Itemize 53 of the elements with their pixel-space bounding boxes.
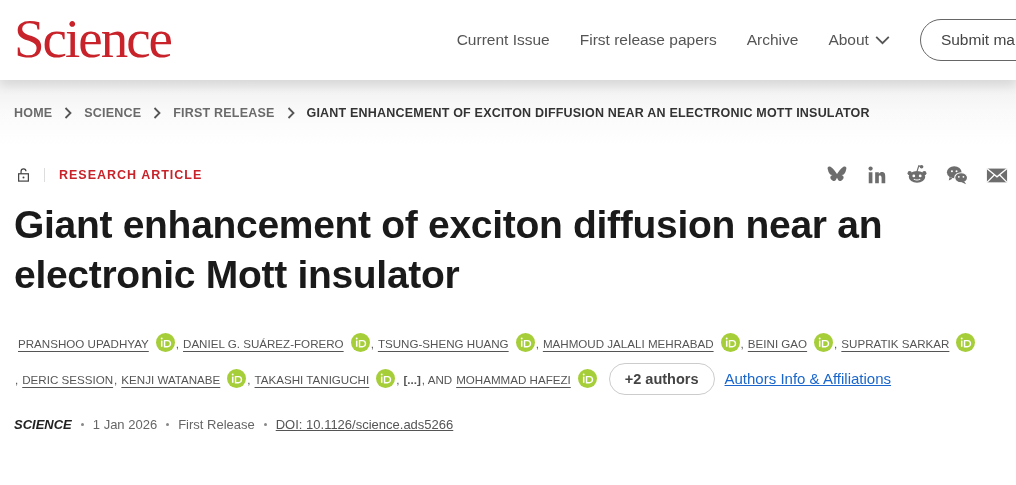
author-separator: , xyxy=(15,373,19,386)
orcid-icon[interactable] xyxy=(515,333,535,353)
author-separator: , AND xyxy=(421,373,453,386)
orcid-icon[interactable] xyxy=(376,369,396,389)
author-separator: , xyxy=(114,373,118,386)
reddit-icon[interactable] xyxy=(906,164,928,186)
orcid-icon[interactable] xyxy=(720,333,740,353)
orcid-icon[interactable] xyxy=(814,333,834,353)
author-separator: , xyxy=(535,337,539,350)
nav-link[interactable]: Current Issue xyxy=(456,31,550,49)
orcid-icon[interactable] xyxy=(155,333,175,353)
author-separator: , xyxy=(740,337,744,350)
orcid-icon[interactable] xyxy=(350,333,370,353)
breadcrumb-link[interactable]: FIRST RELEASE xyxy=(173,106,275,120)
more-authors-button[interactable]: +2 authors xyxy=(608,363,715,395)
release-status: First Release xyxy=(178,417,255,432)
orcid-icon[interactable] xyxy=(956,333,976,353)
orcid-icon[interactable] xyxy=(227,369,247,389)
about-menu[interactable]: About xyxy=(828,31,890,49)
author-link[interactable]: BEINI GAO xyxy=(747,337,808,350)
chat-bubbles-icon[interactable] xyxy=(946,164,968,186)
author-link[interactable]: TSUNG-SHENG HUANG xyxy=(377,337,509,350)
author-link[interactable]: PRANSHOO UPADHYAY xyxy=(18,337,149,350)
breadcrumb-link[interactable]: SCIENCE xyxy=(84,106,142,120)
journal-name: SCIENCE xyxy=(14,417,72,432)
author-separator: , xyxy=(175,337,179,350)
chevron-right-icon xyxy=(153,107,162,119)
chevron-down-icon xyxy=(874,35,890,45)
author-link[interactable]: KENJI WATANABE xyxy=(121,373,221,386)
chevron-right-icon xyxy=(64,107,73,119)
author-link[interactable]: TAKASHI TANIGUCHI xyxy=(254,373,370,386)
author-link[interactable]: MAHMOUD JALALI MEHRABAD xyxy=(542,337,714,350)
nav-link[interactable]: Archive xyxy=(746,31,799,49)
science-logo[interactable]: Science xyxy=(14,10,171,66)
breadcrumb-link[interactable]: HOME xyxy=(14,106,53,120)
article-type: RESEARCH ARTICLE xyxy=(59,168,203,182)
doi-link[interactable]: DOI: 10.1126/science.ads5266 xyxy=(275,417,454,432)
author-separator: , xyxy=(396,373,400,386)
author-link[interactable]: MOHAMMAD HAFEZI xyxy=(456,373,571,386)
hidden-authors-marker: [...] xyxy=(403,373,421,386)
author-link[interactable]: DANIEL G. SUÁREZ-FORERO xyxy=(183,337,344,350)
author-separator: , xyxy=(247,373,251,386)
article-title: Giant enhancement of exciton diffusion near an electronic Mott insulator xyxy=(14,202,884,298)
author-separator: , xyxy=(834,337,838,350)
orcid-icon[interactable] xyxy=(577,369,597,389)
chevron-right-icon xyxy=(286,107,295,119)
nav-link[interactable]: First release papers xyxy=(579,31,717,49)
author-link[interactable]: SUPRATIK SARKAR xyxy=(841,337,950,350)
linkedin-icon[interactable] xyxy=(866,164,888,186)
author-link[interactable]: DERIC SESSION xyxy=(22,373,114,386)
publication-date: 1 Jan 2026 xyxy=(92,417,158,432)
author-separator: , xyxy=(370,337,374,350)
affiliations-link[interactable]: Authors Info & Affiliations xyxy=(724,370,891,387)
